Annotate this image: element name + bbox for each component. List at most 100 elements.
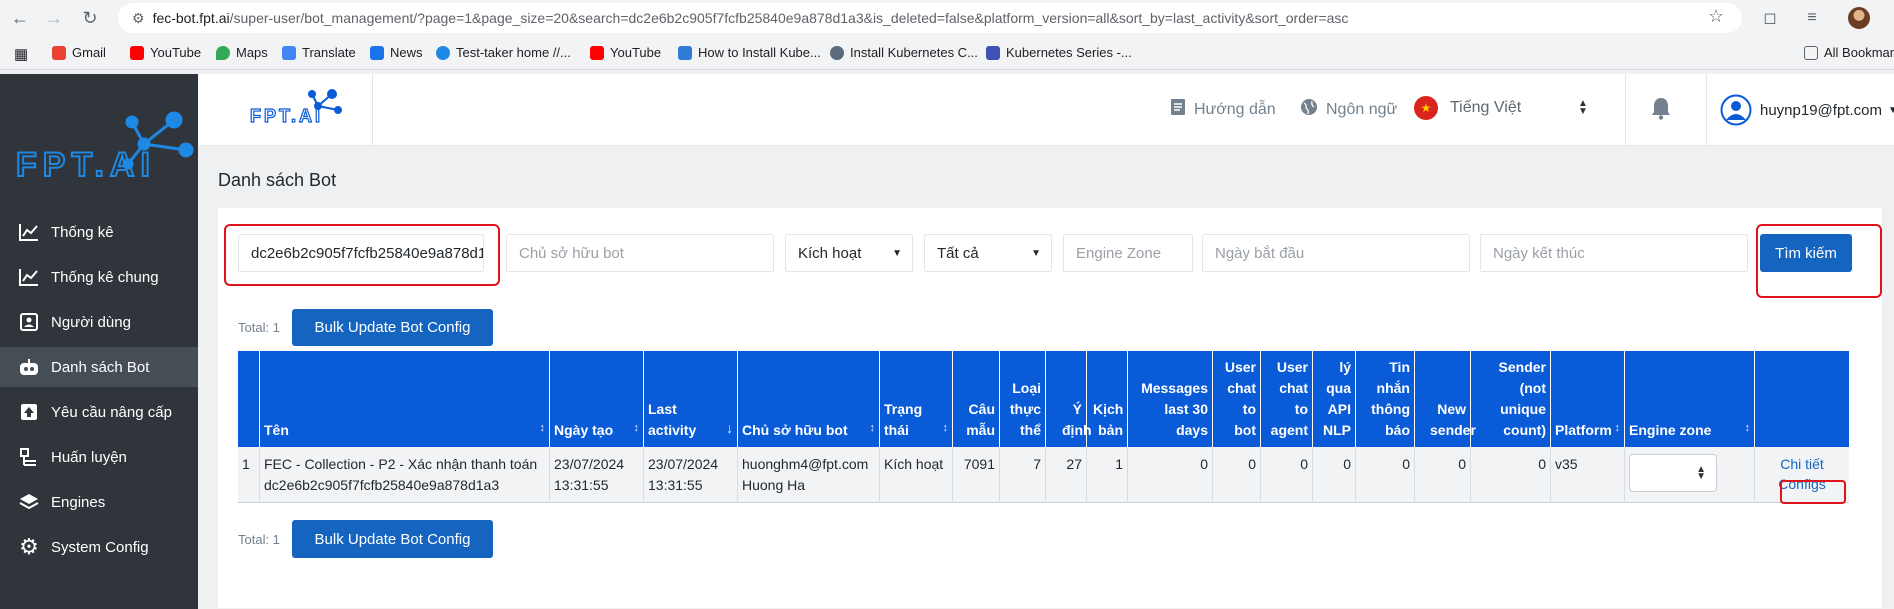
bulk-update-button-top[interactable]: Bulk Update Bot Config <box>292 309 493 346</box>
gmail-icon <box>52 45 66 60</box>
bookmark-install-kube[interactable]: How to Install Kube... <box>678 45 821 60</box>
detail-link[interactable]: Chi tiết <box>1759 454 1845 475</box>
extensions-icon[interactable]: ◻ <box>1758 6 1782 30</box>
bookmark-maps[interactable]: Maps <box>216 45 268 60</box>
col-platform[interactable]: Platform ↕ <box>1551 351 1625 447</box>
forward-icon[interactable]: → <box>42 6 66 30</box>
bookmark-gmail[interactable]: Gmail <box>52 45 106 60</box>
chevron-down-icon: ▼ <box>1031 247 1041 259</box>
engine-zone-cell: ▲ ▼ <box>1625 447 1755 503</box>
bookmark-kubernetes-series[interactable]: Kubernetes Series -... <box>986 45 1132 60</box>
reload-icon[interactable]: ↻ <box>78 6 102 30</box>
notifications-cell: 0 <box>1356 447 1415 503</box>
header-divider <box>1706 74 1707 146</box>
table-row: 1 FEC - Collection - P2 - Xác nhận thanh… <box>238 447 1849 503</box>
v-logo-icon <box>986 45 1000 60</box>
total-count-bottom: Total: 1 <box>238 532 280 547</box>
engine-zone-input[interactable]: Engine Zone <box>1063 234 1193 272</box>
sort-icon[interactable]: ↕ <box>870 418 876 439</box>
translate-icon <box>282 45 296 60</box>
end-date-input[interactable]: Ngày kết thúc <box>1480 234 1748 272</box>
col-new-sender: New sender <box>1415 351 1476 447</box>
header-divider <box>1625 74 1626 146</box>
bookmark-youtube-2[interactable]: YouTube <box>590 45 661 60</box>
sidebar-item-engines[interactable]: Engines <box>0 482 198 522</box>
col-created[interactable]: Ngày tạo ↕ <box>550 351 644 447</box>
apps-grid-icon[interactable]: ▦ <box>14 45 28 63</box>
bookmark-star-icon[interactable]: ☆ <box>1708 6 1724 27</box>
folder-icon <box>1804 45 1818 60</box>
last-activity-cell: 23/07/2024 13:31:55 <box>644 447 738 503</box>
all-bookmarks[interactable]: All Bookmarks <box>1804 45 1894 60</box>
language-select[interactable]: ★ Tiếng Việt <box>1414 96 1521 120</box>
bulk-update-button-bottom[interactable]: Bulk Update Bot Config <box>292 520 493 558</box>
sort-icon[interactable]: ↕ <box>540 418 546 439</box>
sidebar-item-thong-ke-chung[interactable]: Thống kê chung <box>0 257 198 297</box>
col-sender-count: Sender (not unique count) <box>1471 351 1551 447</box>
owner-filter-input[interactable]: Chủ sở hữu bot <box>506 234 774 272</box>
address-bar[interactable]: ⚙ fec-bot.fpt.ai/super-user/bot_manageme… <box>118 3 1742 33</box>
user-menu[interactable]: huynp19@fpt.com ▼ <box>1720 94 1894 126</box>
sort-desc-icon[interactable]: ↓ <box>726 418 733 439</box>
user-avatar-icon <box>1720 94 1752 126</box>
sidebar-item-yeu-cau-nang-cap[interactable]: Yêu cầu nâng cấp <box>0 392 198 432</box>
user-card-icon <box>18 311 40 333</box>
entity-types-cell: 7 <box>1000 447 1046 503</box>
col-api-nlp: Xử lý qua API NLP <box>1313 338 1356 447</box>
sort-icon[interactable]: ↕ <box>634 418 640 439</box>
col-name[interactable]: Tên ↕ <box>260 351 550 447</box>
col-messages-30d: Messages last 30 days <box>1128 351 1213 447</box>
layers-icon <box>18 491 40 513</box>
col-last-activity[interactable]: Last activity ↓ <box>644 351 738 447</box>
guide-link[interactable]: Hướng dẫn <box>1170 98 1276 121</box>
sidebar-item-danh-sach-bot[interactable]: Danh sách Bot <box>0 347 198 387</box>
platform-select[interactable]: Tất cả ▼ <box>924 234 1052 272</box>
start-date-input[interactable]: Ngày bắt đầu <box>1202 234 1470 272</box>
profile-avatar[interactable] <box>1848 7 1870 29</box>
chevron-down-icon: ▼ <box>1887 104 1894 116</box>
col-entity-types: Loại thực thể <box>1000 351 1046 447</box>
browser-toolbar: ← → ↻ ⚙ fec-bot.fpt.ai/super-user/bot_ma… <box>0 0 1894 36</box>
sidebar-item-huan-luyen[interactable]: Huấn luyện <box>0 437 198 477</box>
col-chat-agent: User chat to agent <box>1261 351 1313 447</box>
sidebar-item-system-config[interactable]: ⚙ System Config <box>0 527 198 567</box>
select-arrows-icon: ▲ ▼ <box>1696 464 1706 482</box>
cloud-icon <box>678 45 692 60</box>
created-cell: 23/07/2024 13:31:55 <box>550 447 644 503</box>
messages-30d-cell: 0 <box>1128 447 1213 503</box>
bookmark-youtube[interactable]: YouTube <box>130 45 201 60</box>
highlight-search-input <box>224 224 500 286</box>
bookmark-install-kubernetes[interactable]: Install Kubernetes C... <box>830 45 978 60</box>
site-settings-icon[interactable]: ⚙ <box>132 10 145 27</box>
sidebar-item-nguoi-dung[interactable]: Người dùng <box>0 302 198 342</box>
sort-icon[interactable]: ↕ <box>1615 418 1621 439</box>
youtube-icon <box>590 45 604 60</box>
globe-icon <box>1300 98 1318 121</box>
new-sender-cell: 0 <box>1415 447 1471 503</box>
fpt-ai-header-logo[interactable]: FPT.AI <box>248 84 344 134</box>
robot-icon <box>18 356 40 378</box>
owner-cell: huonghm4@fpt.com Huong Ha <box>738 447 880 503</box>
col-engine-zone[interactable]: Engine zone ↕ <box>1625 351 1755 447</box>
col-actions <box>1755 351 1849 447</box>
bookmark-news[interactable]: News <box>370 45 423 60</box>
back-icon[interactable]: ← <box>8 6 32 30</box>
page-title: Danh sách Bot <box>218 170 337 190</box>
col-owner[interactable]: Chủ sở hữu bot ↕ <box>738 351 880 447</box>
engine-zone-select[interactable]: ▲ ▼ <box>1629 454 1717 492</box>
sidebar-item-thong-ke[interactable]: Thống kê <box>0 212 198 252</box>
sort-icon[interactable]: ↕ <box>1745 418 1751 439</box>
sort-icon[interactable]: ↕ <box>943 418 949 439</box>
top-header: FPT.AI Hướng dẫn Ngôn ngữ ★ Tiếng Việt ▲… <box>198 74 1894 146</box>
status-select[interactable]: Kích hoạt ▼ <box>785 234 913 272</box>
globe-icon <box>830 45 844 60</box>
select-arrows-icon: ▲ ▼ <box>1578 98 1588 117</box>
total-count-top: Total: 1 <box>238 320 280 335</box>
bookmark-test-taker[interactable]: Test-taker home //... <box>436 45 571 60</box>
bookmark-translate[interactable]: Translate <box>282 45 356 60</box>
reading-list-icon[interactable]: ≡ <box>1800 6 1824 30</box>
notification-bell-icon[interactable] <box>1650 96 1672 123</box>
col-status[interactable]: Trạng thái ↕ <box>880 351 953 447</box>
bot-table-header: Tên ↕ Ngày tạo ↕ Last activity ↓ Chủ sở hữu… <box>238 338 1849 447</box>
sidebar: FPT.AI Thống kê Thống kê chung Người dùn… <box>0 74 198 609</box>
